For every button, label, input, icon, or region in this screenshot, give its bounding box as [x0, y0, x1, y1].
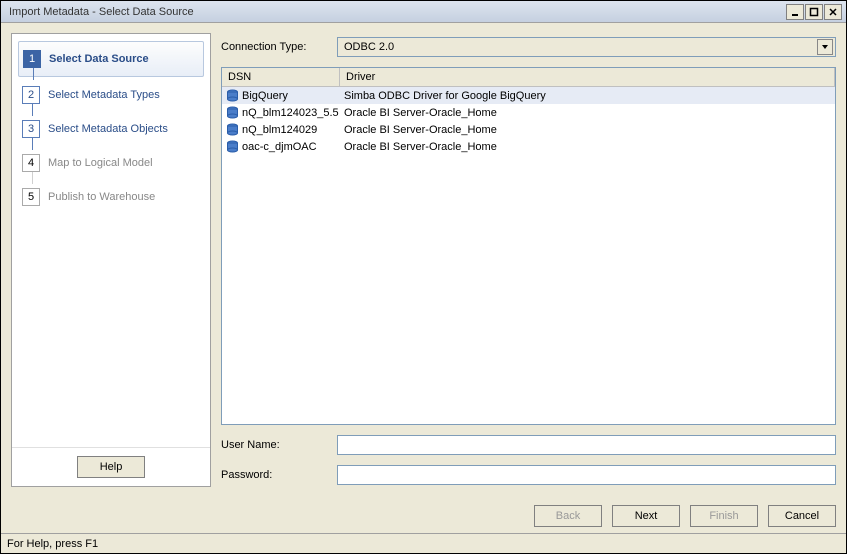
close-button[interactable] — [824, 4, 842, 20]
username-input[interactable] — [337, 435, 836, 455]
import-metadata-window: Import Metadata - Select Data Source 1 S… — [0, 0, 847, 554]
driver-name: Simba ODBC Driver for Google BigQuery — [340, 89, 835, 103]
connection-type-label: Connection Type: — [221, 41, 337, 53]
window-controls — [785, 4, 842, 20]
step-number: 2 — [22, 86, 40, 104]
wizard-steps: 1 Select Data Source 2 Select Metadata T… — [12, 34, 210, 447]
dsn-name: nQ_blm124023_5.5 — [242, 107, 339, 119]
database-icon — [226, 123, 239, 136]
connection-type-value: ODBC 2.0 — [344, 41, 394, 53]
sidebar-footer: Help — [12, 447, 210, 486]
step-number: 3 — [22, 120, 40, 138]
maximize-icon — [809, 7, 819, 17]
credentials: User Name: Password: — [221, 435, 836, 487]
close-icon — [828, 7, 838, 17]
list-item[interactable]: oac-c_djmOAC Oracle BI Server-Oracle_Hom… — [222, 138, 835, 155]
step-label: Publish to Warehouse — [48, 191, 155, 203]
step-select-data-source[interactable]: 1 Select Data Source — [18, 41, 204, 77]
list-item[interactable]: BigQuery Simba ODBC Driver for Google Bi… — [222, 87, 835, 104]
dsn-name: oac-c_djmOAC — [242, 141, 317, 153]
data-source-list[interactable]: DSN Driver BigQuery Simba ODBC Driver fo… — [221, 67, 836, 425]
titlebar: Import Metadata - Select Data Source — [1, 1, 846, 23]
back-button[interactable]: Back — [534, 505, 602, 527]
database-icon — [226, 89, 239, 102]
list-header: DSN Driver — [222, 68, 835, 87]
password-row: Password: — [221, 465, 836, 485]
connection-type-dropdown[interactable]: ODBC 2.0 — [337, 37, 836, 57]
status-text: For Help, press F1 — [7, 538, 98, 550]
status-bar: For Help, press F1 — [1, 533, 846, 553]
column-header-dsn[interactable]: DSN — [222, 68, 340, 86]
connection-type-row: Connection Type: ODBC 2.0 — [221, 37, 836, 57]
step-map-to-logical-model[interactable]: 4 Map to Logical Model — [18, 146, 204, 180]
cancel-button[interactable]: Cancel — [768, 505, 836, 527]
minimize-button[interactable] — [786, 4, 804, 20]
username-label: User Name: — [221, 439, 337, 451]
finish-button[interactable]: Finish — [690, 505, 758, 527]
minimize-icon — [790, 7, 800, 17]
driver-name: Oracle BI Server-Oracle_Home — [340, 140, 835, 154]
password-input[interactable] — [337, 465, 836, 485]
dsn-name: nQ_blm124029 — [242, 124, 317, 136]
username-row: User Name: — [221, 435, 836, 455]
list-item[interactable]: nQ_blm124029 Oracle BI Server-Oracle_Hom… — [222, 121, 835, 138]
step-number: 5 — [22, 188, 40, 206]
wizard-footer: Back Next Finish Cancel — [1, 497, 846, 533]
wizard-sidebar: 1 Select Data Source 2 Select Metadata T… — [11, 33, 211, 487]
body: 1 Select Data Source 2 Select Metadata T… — [1, 23, 846, 497]
next-button[interactable]: Next — [612, 505, 680, 527]
maximize-button[interactable] — [805, 4, 823, 20]
chevron-down-icon — [817, 39, 833, 55]
password-label: Password: — [221, 469, 337, 481]
step-select-metadata-types[interactable]: 2 Select Metadata Types — [18, 78, 204, 112]
dsn-name: BigQuery — [242, 90, 288, 102]
main-panel: Connection Type: ODBC 2.0 DSN Driver — [217, 33, 836, 487]
help-button[interactable]: Help — [77, 456, 145, 478]
driver-name: Oracle BI Server-Oracle_Home — [340, 123, 835, 137]
column-header-driver[interactable]: Driver — [340, 68, 835, 86]
database-icon — [226, 106, 239, 119]
driver-name: Oracle BI Server-Oracle_Home — [340, 106, 835, 120]
step-label: Map to Logical Model — [48, 157, 153, 169]
database-icon — [226, 140, 239, 153]
step-number: 4 — [22, 154, 40, 172]
step-select-metadata-objects[interactable]: 3 Select Metadata Objects — [18, 112, 204, 146]
step-label: Select Metadata Objects — [48, 123, 168, 135]
step-label: Select Data Source — [49, 53, 149, 65]
step-label: Select Metadata Types — [48, 89, 160, 101]
list-item[interactable]: nQ_blm124023_5.5 Oracle BI Server-Oracle… — [222, 104, 835, 121]
step-publish-to-warehouse[interactable]: 5 Publish to Warehouse — [18, 180, 204, 214]
list-body: BigQuery Simba ODBC Driver for Google Bi… — [222, 87, 835, 424]
window-title: Import Metadata - Select Data Source — [5, 6, 785, 18]
step-number: 1 — [23, 50, 41, 68]
